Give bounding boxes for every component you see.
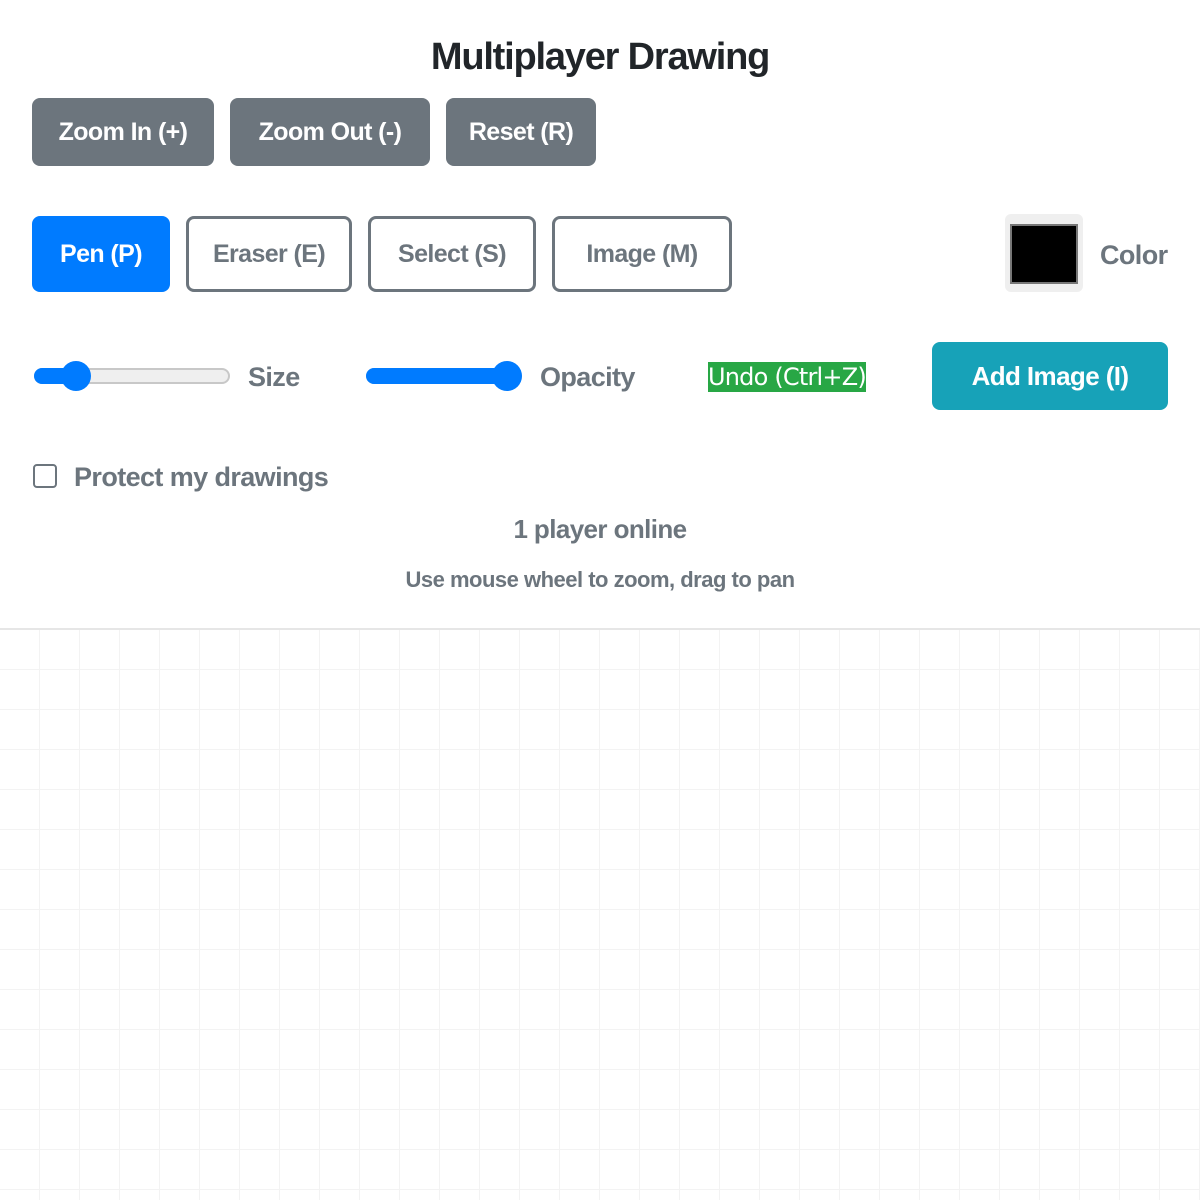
opacity-label: Opacity xyxy=(540,362,635,392)
size-slider[interactable] xyxy=(34,360,232,392)
color-swatch[interactable] xyxy=(1010,224,1078,284)
size-slider-thumb[interactable] xyxy=(61,361,91,391)
pen-tool-button[interactable]: Pen (P) xyxy=(32,216,170,292)
size-label: Size xyxy=(248,362,300,392)
page-title: Multiplayer Drawing xyxy=(430,36,770,78)
players-online-status: 1 player online xyxy=(513,514,687,544)
reset-button[interactable]: Reset (R) xyxy=(446,98,596,166)
zoom-out-button[interactable]: Zoom Out (-) xyxy=(230,98,430,166)
zoom-in-button[interactable]: Zoom In (+) xyxy=(32,98,214,166)
eraser-tool-button[interactable]: Eraser (E) xyxy=(186,216,352,292)
opacity-slider[interactable] xyxy=(366,360,524,392)
image-tool-button[interactable]: Image (M) xyxy=(552,216,732,292)
opacity-slider-thumb[interactable] xyxy=(492,361,522,391)
drawing-canvas[interactable] xyxy=(0,628,1200,1200)
color-picker[interactable] xyxy=(1005,214,1083,292)
add-image-button[interactable]: Add Image (I) xyxy=(932,342,1168,410)
color-label: Color xyxy=(1100,240,1168,270)
opacity-slider-fill xyxy=(366,368,507,384)
undo-button[interactable]: Undo (Ctrl+Z) xyxy=(708,362,867,392)
navigation-hint: Use mouse wheel to zoom, drag to pan xyxy=(405,567,795,592)
protect-label[interactable]: Protect my drawings xyxy=(74,460,329,494)
app: Multiplayer Drawing Zoom In (+) Zoom Out… xyxy=(0,0,1200,1200)
protect-checkbox[interactable] xyxy=(33,464,57,488)
select-tool-button[interactable]: Select (S) xyxy=(368,216,536,292)
